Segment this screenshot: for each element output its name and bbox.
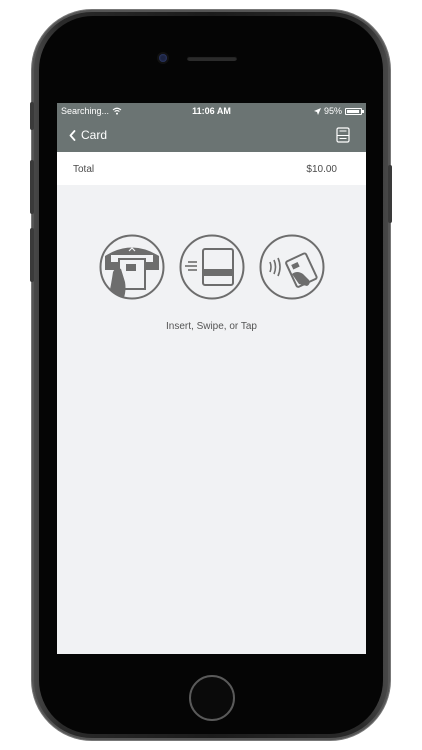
total-label: Total: [73, 164, 95, 175]
app-screen: Searching... 11:06 AM 95% Card Total $10…: [57, 103, 366, 654]
back-button[interactable]: Card: [69, 128, 107, 142]
nav-bar: Card: [57, 120, 366, 152]
mute-switch: [30, 102, 34, 130]
register-icon[interactable]: [336, 127, 350, 143]
instruction-text: Insert, Swipe, or Tap: [166, 321, 257, 332]
total-row: Total $10.00: [57, 152, 366, 185]
power-button: [388, 165, 392, 223]
status-right: 95%: [313, 106, 364, 116]
volume-up-button: [30, 160, 34, 214]
location-arrow-icon: [313, 107, 321, 115]
device-mockup: Searching... 11:06 AM 95% Card Total $10…: [0, 0, 422, 750]
insert-card-icon: [99, 234, 165, 300]
volume-down-button: [30, 228, 34, 282]
tap-card-icon: [259, 234, 325, 300]
card-methods: [99, 234, 325, 302]
status-bar: Searching... 11:06 AM 95%: [57, 103, 366, 120]
battery-level: [347, 109, 359, 113]
battery-tip: [362, 110, 364, 113]
earpiece-speaker: [187, 56, 237, 61]
back-label: Card: [81, 128, 108, 142]
total-amount: $10.00: [306, 164, 337, 175]
chevron-left-icon: [69, 129, 76, 141]
battery-percent: 95%: [323, 106, 342, 116]
battery-icon: [345, 107, 364, 115]
swipe-card-icon: [179, 234, 245, 300]
home-button[interactable]: [189, 675, 235, 721]
front-camera: [159, 54, 167, 62]
